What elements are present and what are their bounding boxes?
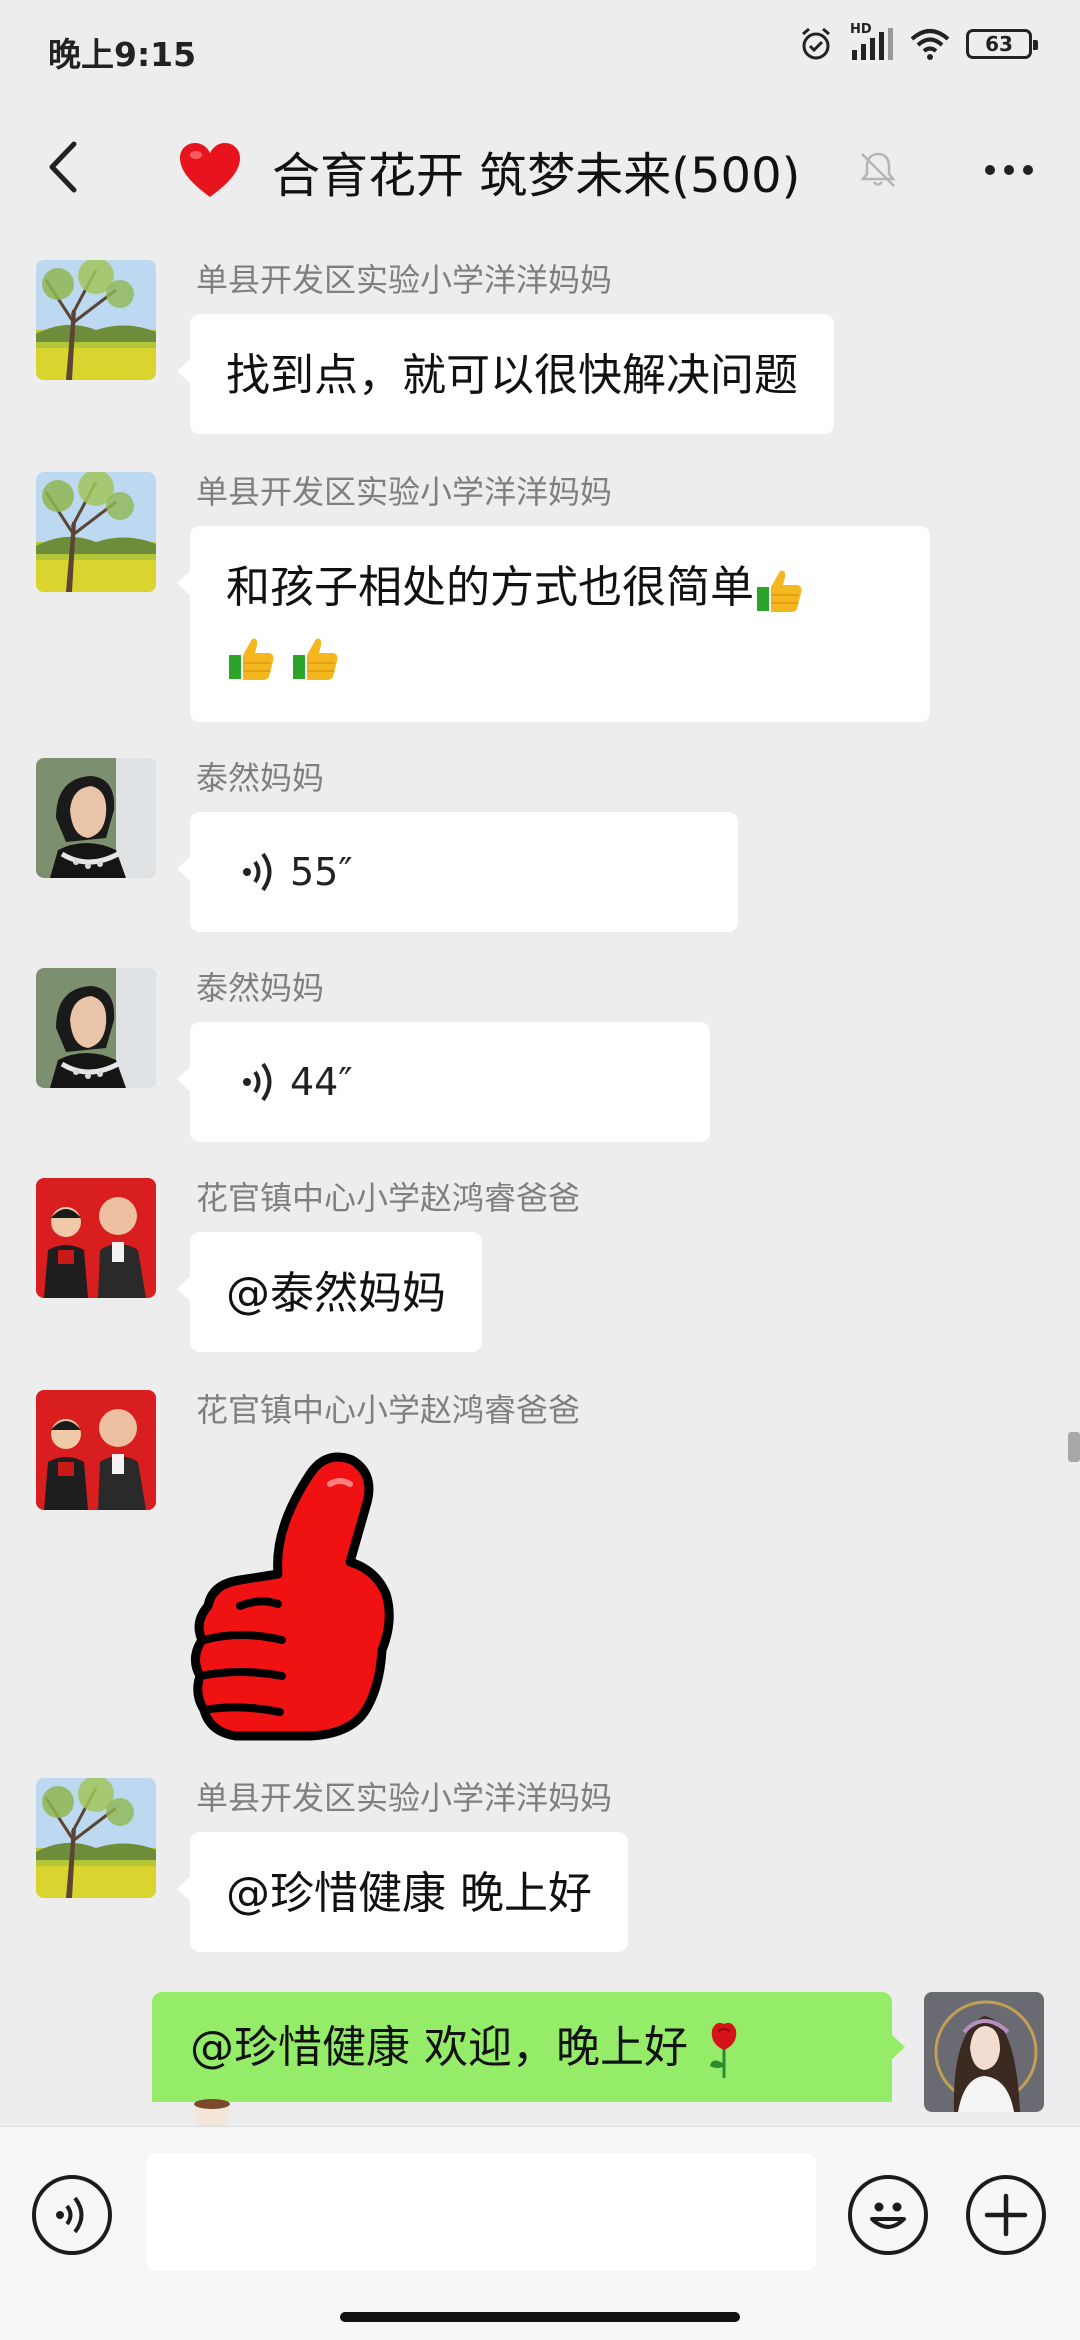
- chat-screen: 晚上9:15 HD 63 合育花开 筑梦未来(500) 单县开发区实验小学洋洋妈…: [0, 0, 1080, 2340]
- sender-name: 单县开发区实验小学洋洋妈妈: [196, 473, 613, 511]
- avatar[interactable]: [36, 758, 156, 878]
- battery-level: 63: [985, 32, 1013, 56]
- message-text: 和孩子相处的方式也很简单: [226, 562, 754, 613]
- illustrated-girl-avatar-icon: [924, 1992, 1044, 2112]
- thumbs-up-icon: [293, 638, 338, 680]
- avatar[interactable]: [36, 968, 156, 1088]
- avatar[interactable]: [36, 472, 156, 592]
- red-thumbs-up-sticker[interactable]: [190, 1444, 400, 1744]
- more-icon-dot: [1004, 165, 1014, 175]
- voice-wave-icon: [243, 1062, 272, 1102]
- emoji-button[interactable]: [848, 2175, 928, 2255]
- input-bar: [0, 2126, 1080, 2340]
- voice-wave-icon: [56, 2196, 84, 2234]
- landscape-avatar-icon: [36, 260, 156, 380]
- wifi-icon: [910, 29, 950, 60]
- more-icon-dot: [985, 165, 995, 175]
- message-bubble[interactable]: @珍惜健康 晚上好: [177, 1832, 628, 1952]
- woman-portrait-avatar-icon: [36, 968, 156, 1088]
- mute-icon: [860, 152, 896, 187]
- message-bubble[interactable]: 找到点，就可以很快解决问题: [177, 314, 834, 434]
- signal-icon: HD: [850, 22, 894, 62]
- heart-icon: [180, 143, 240, 197]
- home-indicator[interactable]: [340, 2312, 740, 2322]
- message-input[interactable]: [146, 2153, 816, 2271]
- avatar-self[interactable]: [924, 1992, 1044, 2112]
- group-name: 合育花开 筑梦未来(500): [272, 148, 801, 204]
- sender-name: 花官镇中心小学赵鸿睿爸爸: [196, 1179, 581, 1217]
- landscape-avatar-icon: [36, 472, 156, 592]
- avatar[interactable]: [36, 1178, 156, 1298]
- voice-wave-icon: [243, 852, 272, 892]
- voice-duration: 55″: [290, 850, 353, 894]
- sender-name: 单县开发区实验小学洋洋妈妈: [196, 1779, 613, 1817]
- sender-name: 花官镇中心小学赵鸿睿爸爸: [196, 1391, 581, 1429]
- message-item-self: @珍惜健康 欢迎，晚上好: [0, 1992, 1080, 2126]
- message-bubble[interactable]: 和孩子相处的方式也很简单: [177, 526, 930, 722]
- rose-icon: [710, 2022, 737, 2078]
- thumbs-up-icon: [757, 570, 802, 612]
- more-icon-dot: [1023, 165, 1033, 175]
- landscape-avatar-icon: [36, 1778, 156, 1898]
- plus-button[interactable]: [966, 2175, 1046, 2255]
- emoji-icon: [870, 2202, 906, 2229]
- back-icon: [49, 141, 77, 193]
- message-bubble-self[interactable]: @珍惜健康 欢迎，晚上好: [152, 1992, 905, 2126]
- status-bar: 晚上9:15 HD 63: [0, 0, 1080, 100]
- plus-icon: [984, 2193, 1028, 2237]
- avatar[interactable]: [36, 260, 156, 380]
- avatar[interactable]: [36, 1390, 156, 1510]
- status-time: 晚上9:15: [48, 35, 197, 74]
- message-text: @珍惜健康 欢迎，晚上好: [190, 2022, 688, 2073]
- voice-input-button[interactable]: [32, 2175, 112, 2255]
- sender-name: 单县开发区实验小学洋洋妈妈: [196, 261, 613, 299]
- battery-icon: 63: [966, 29, 1038, 59]
- woman-portrait-avatar-icon: [36, 758, 156, 878]
- thumbs-up-icon: [229, 638, 274, 680]
- coffee-icon: [194, 2099, 230, 2126]
- alarm-icon: [802, 27, 830, 60]
- chat-title[interactable]: 合育花开 筑梦未来(500): [178, 136, 800, 206]
- father-son-avatar-icon: [36, 1390, 156, 1510]
- voice-duration: 44″: [290, 1060, 353, 1104]
- more-button[interactable]: [974, 140, 1044, 200]
- voice-message-bubble[interactable]: 44″: [177, 1022, 710, 1142]
- back-button[interactable]: [28, 132, 98, 202]
- voice-message-bubble[interactable]: 55″: [177, 812, 738, 932]
- status-icons: HD 63: [798, 22, 1038, 62]
- avatar[interactable]: [36, 1778, 156, 1898]
- chat-header: 合育花开 筑梦未来(500): [0, 100, 1080, 240]
- sender-name: 泰然妈妈: [196, 969, 325, 1007]
- scroll-indicator[interactable]: [1068, 1432, 1080, 1462]
- message-bubble[interactable]: @泰然妈妈: [177, 1232, 482, 1352]
- sender-name: 泰然妈妈: [196, 759, 325, 797]
- father-son-avatar-icon: [36, 1178, 156, 1298]
